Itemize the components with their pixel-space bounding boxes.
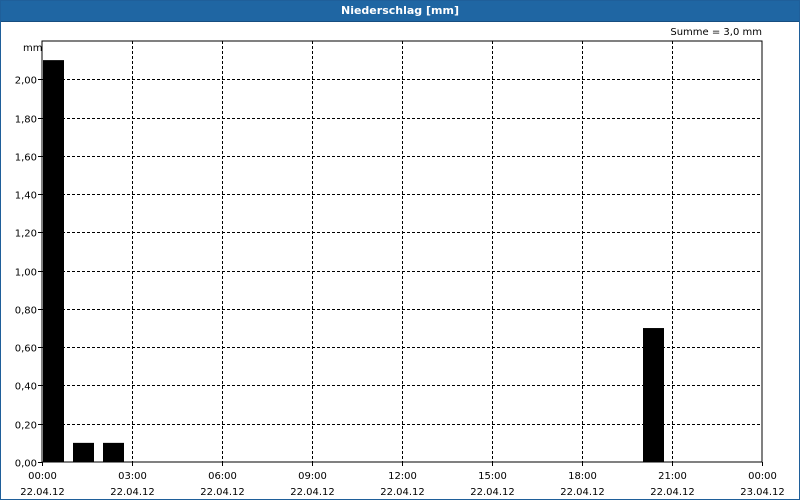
x-tick-date-label: 22.04.12	[560, 487, 605, 498]
precipitation-bar	[103, 442, 124, 462]
precipitation-chart: mm 0,00 0,20 0,40 0,60 0,80 1,00 1,20 1,40 1,60 1…	[15, 40, 785, 498]
sum-label: Summe = 3,0 mm	[670, 27, 762, 38]
y-tick-label: 1,00	[15, 268, 37, 279]
x-tick-time-label: 00:00	[748, 471, 777, 482]
x-tick-date-label: 22.04.12	[470, 487, 515, 498]
x-tick-time-label: 18:00	[568, 471, 597, 482]
x-tick-date-label: 22.04.12	[380, 487, 425, 498]
x-tick-date-label: 22.04.12	[290, 487, 335, 498]
y-tick-label: 1,60	[15, 153, 37, 164]
y-tick-label: 1,20	[15, 229, 37, 240]
y-tick-label: 1,80	[15, 115, 37, 126]
y-tick-label: 2,00	[15, 76, 37, 87]
x-tick-time-label: 12:00	[388, 471, 417, 482]
x-tick-time-label: 06:00	[208, 471, 237, 482]
x-tick-time-label: 09:00	[298, 471, 327, 482]
y-tick-label: 0,80	[15, 306, 37, 317]
precipitation-bar	[43, 60, 64, 463]
y-tick-label: 0,20	[15, 421, 37, 432]
x-tick-time-label: 21:00	[658, 471, 687, 482]
x-tick-date-label: 23.04.12	[740, 487, 785, 498]
y-tick-label: 0,00	[15, 459, 37, 470]
x-tick-time-label: 03:00	[118, 471, 147, 482]
precipitation-bar	[73, 442, 94, 462]
x-tick-date-label: 22.04.12	[200, 487, 245, 498]
x-tick-time-label: 15:00	[478, 471, 507, 482]
x-tick-date-label: 22.04.12	[20, 487, 65, 498]
y-tick-label: 1,40	[15, 191, 37, 202]
precipitation-bar	[643, 328, 664, 462]
y-tick-label: 0,40	[15, 382, 37, 393]
y-tick-label: 0,60	[15, 344, 37, 355]
x-tick-date-label: 22.04.12	[650, 487, 695, 498]
x-tick-date-label: 22.04.12	[110, 487, 155, 498]
y-axis-unit-label: mm	[23, 43, 42, 54]
x-tick-time-label: 00:00	[28, 471, 57, 482]
chart-window: Niederschlag [mm] mm 0,00 0,20 0,40 0,60 0,8…	[0, 0, 800, 500]
